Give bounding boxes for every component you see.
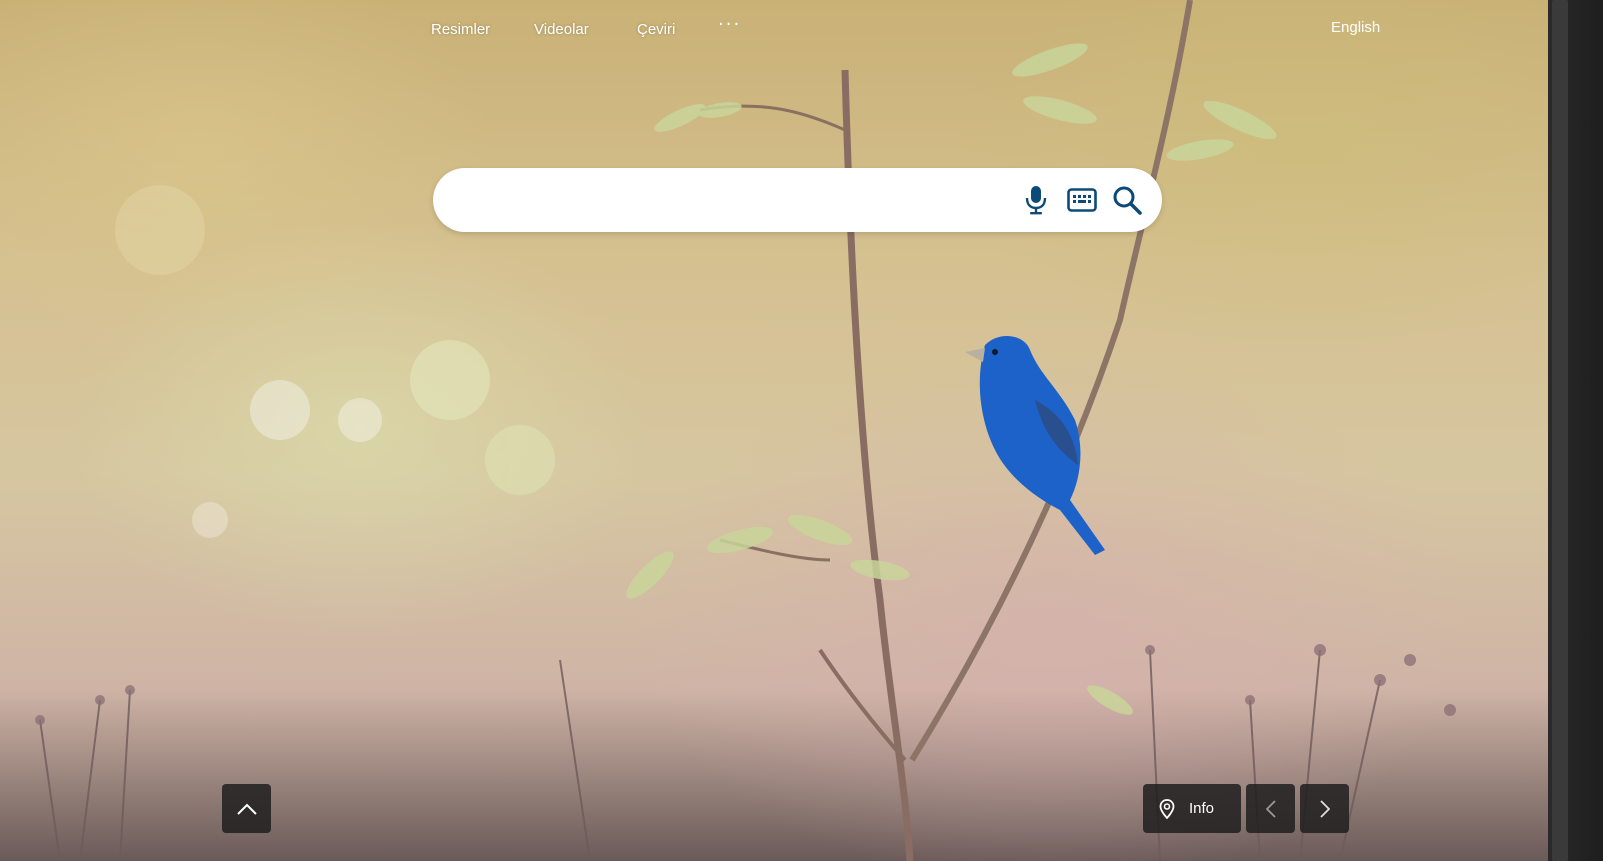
more-menu-icon[interactable]: ···: [718, 14, 741, 35]
bird-figure: [965, 335, 1105, 555]
chevron-up-icon: [236, 803, 257, 815]
nav-item-images[interactable]: Resimler: [431, 21, 490, 38]
previous-image-button[interactable]: [1246, 784, 1295, 833]
nav-item-videos[interactable]: Videolar: [534, 21, 589, 38]
nav-item-translate[interactable]: Çeviri: [637, 21, 675, 38]
scroll-up-button[interactable]: [222, 784, 271, 833]
info-button[interactable]: Info: [1143, 784, 1241, 833]
language-link[interactable]: English: [1331, 19, 1380, 36]
keyboard-icon[interactable]: [1066, 184, 1098, 216]
info-label: Info: [1189, 800, 1215, 817]
search-box: [433, 168, 1162, 232]
background-image: [0, 0, 1548, 861]
chevron-right-icon: [1319, 799, 1330, 818]
location-pin-icon: [1159, 798, 1175, 819]
next-image-button[interactable]: [1300, 784, 1349, 833]
top-nav: Resimler Videolar Çeviri ···: [0, 14, 1548, 42]
chevron-left-icon: [1265, 799, 1276, 818]
microphone-icon[interactable]: [1020, 184, 1052, 216]
search-icon[interactable]: [1111, 184, 1143, 216]
scrollbar-thumb[interactable]: [1552, 0, 1568, 861]
background-scene: [35, 0, 1456, 861]
search-input[interactable]: [459, 186, 1023, 216]
